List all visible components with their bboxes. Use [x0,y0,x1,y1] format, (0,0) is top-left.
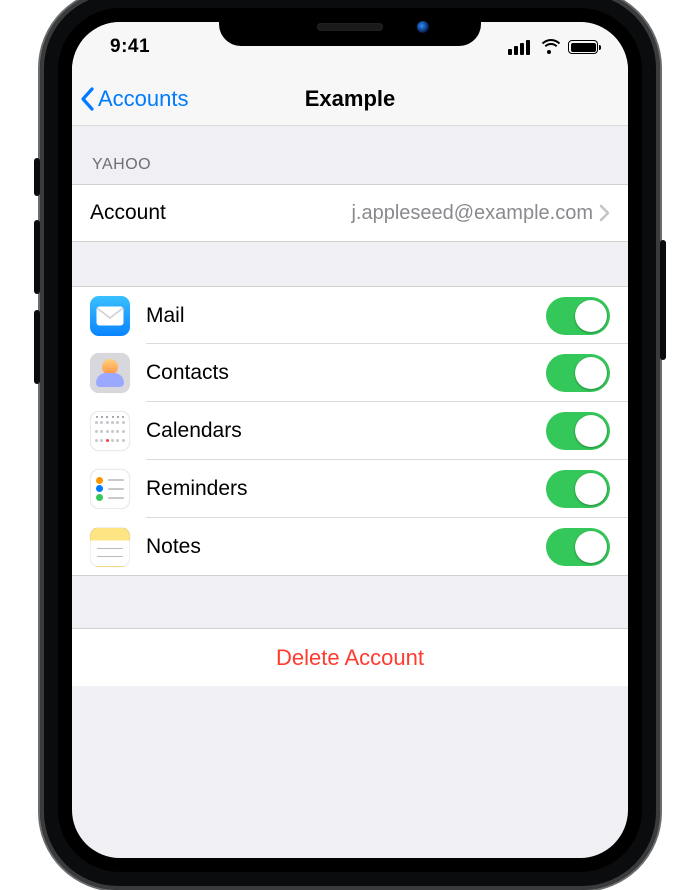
reminders-icon [90,469,130,509]
account-label: Account [90,201,166,225]
notch [219,8,481,46]
row-notes: Notes [72,518,628,576]
page-title: Example [305,86,396,112]
toggle-notes[interactable] [546,528,610,566]
iphone-frame: 9:41 Accounts Example YAHOO Account j.ap… [40,0,660,890]
earpiece-speaker [317,23,383,31]
row-contacts: Contacts [72,344,628,402]
back-button[interactable]: Accounts [80,72,189,125]
row-label: Reminders [146,477,248,501]
account-row[interactable]: Account j.appleseed@example.com [72,184,628,242]
calendars-icon [90,411,130,451]
toggle-mail[interactable] [546,297,610,335]
battery-icon [568,40,598,54]
contacts-icon [90,353,130,393]
section-header: YAHOO [72,126,628,184]
front-camera [417,21,429,33]
volume-up-button [34,220,40,294]
row-label: Contacts [146,361,229,385]
wifi-icon [538,39,560,55]
status-time: 9:41 [100,36,150,58]
mute-switch [34,158,40,196]
side-button [660,240,666,360]
back-label: Accounts [98,86,189,112]
row-reminders: Reminders [72,460,628,518]
volume-down-button [34,310,40,384]
delete-account-label: Delete Account [276,645,424,671]
navigation-bar: Accounts Example [72,72,628,126]
account-value: j.appleseed@example.com [351,202,599,225]
row-label: Notes [146,535,201,559]
row-calendars: Calendars [72,402,628,460]
row-label: Mail [146,304,185,328]
notes-icon [90,527,130,567]
toggle-reminders[interactable] [546,470,610,508]
delete-account-button[interactable]: Delete Account [72,628,628,686]
cellular-signal-icon [508,40,530,55]
mail-icon [90,296,130,336]
chevron-right-icon [599,204,610,222]
row-mail: Mail [72,286,628,344]
chevron-left-icon [80,86,96,112]
toggle-contacts[interactable] [546,354,610,392]
toggle-calendars[interactable] [546,412,610,450]
screen: 9:41 Accounts Example YAHOO Account j.ap… [72,22,628,858]
row-label: Calendars [146,419,242,443]
